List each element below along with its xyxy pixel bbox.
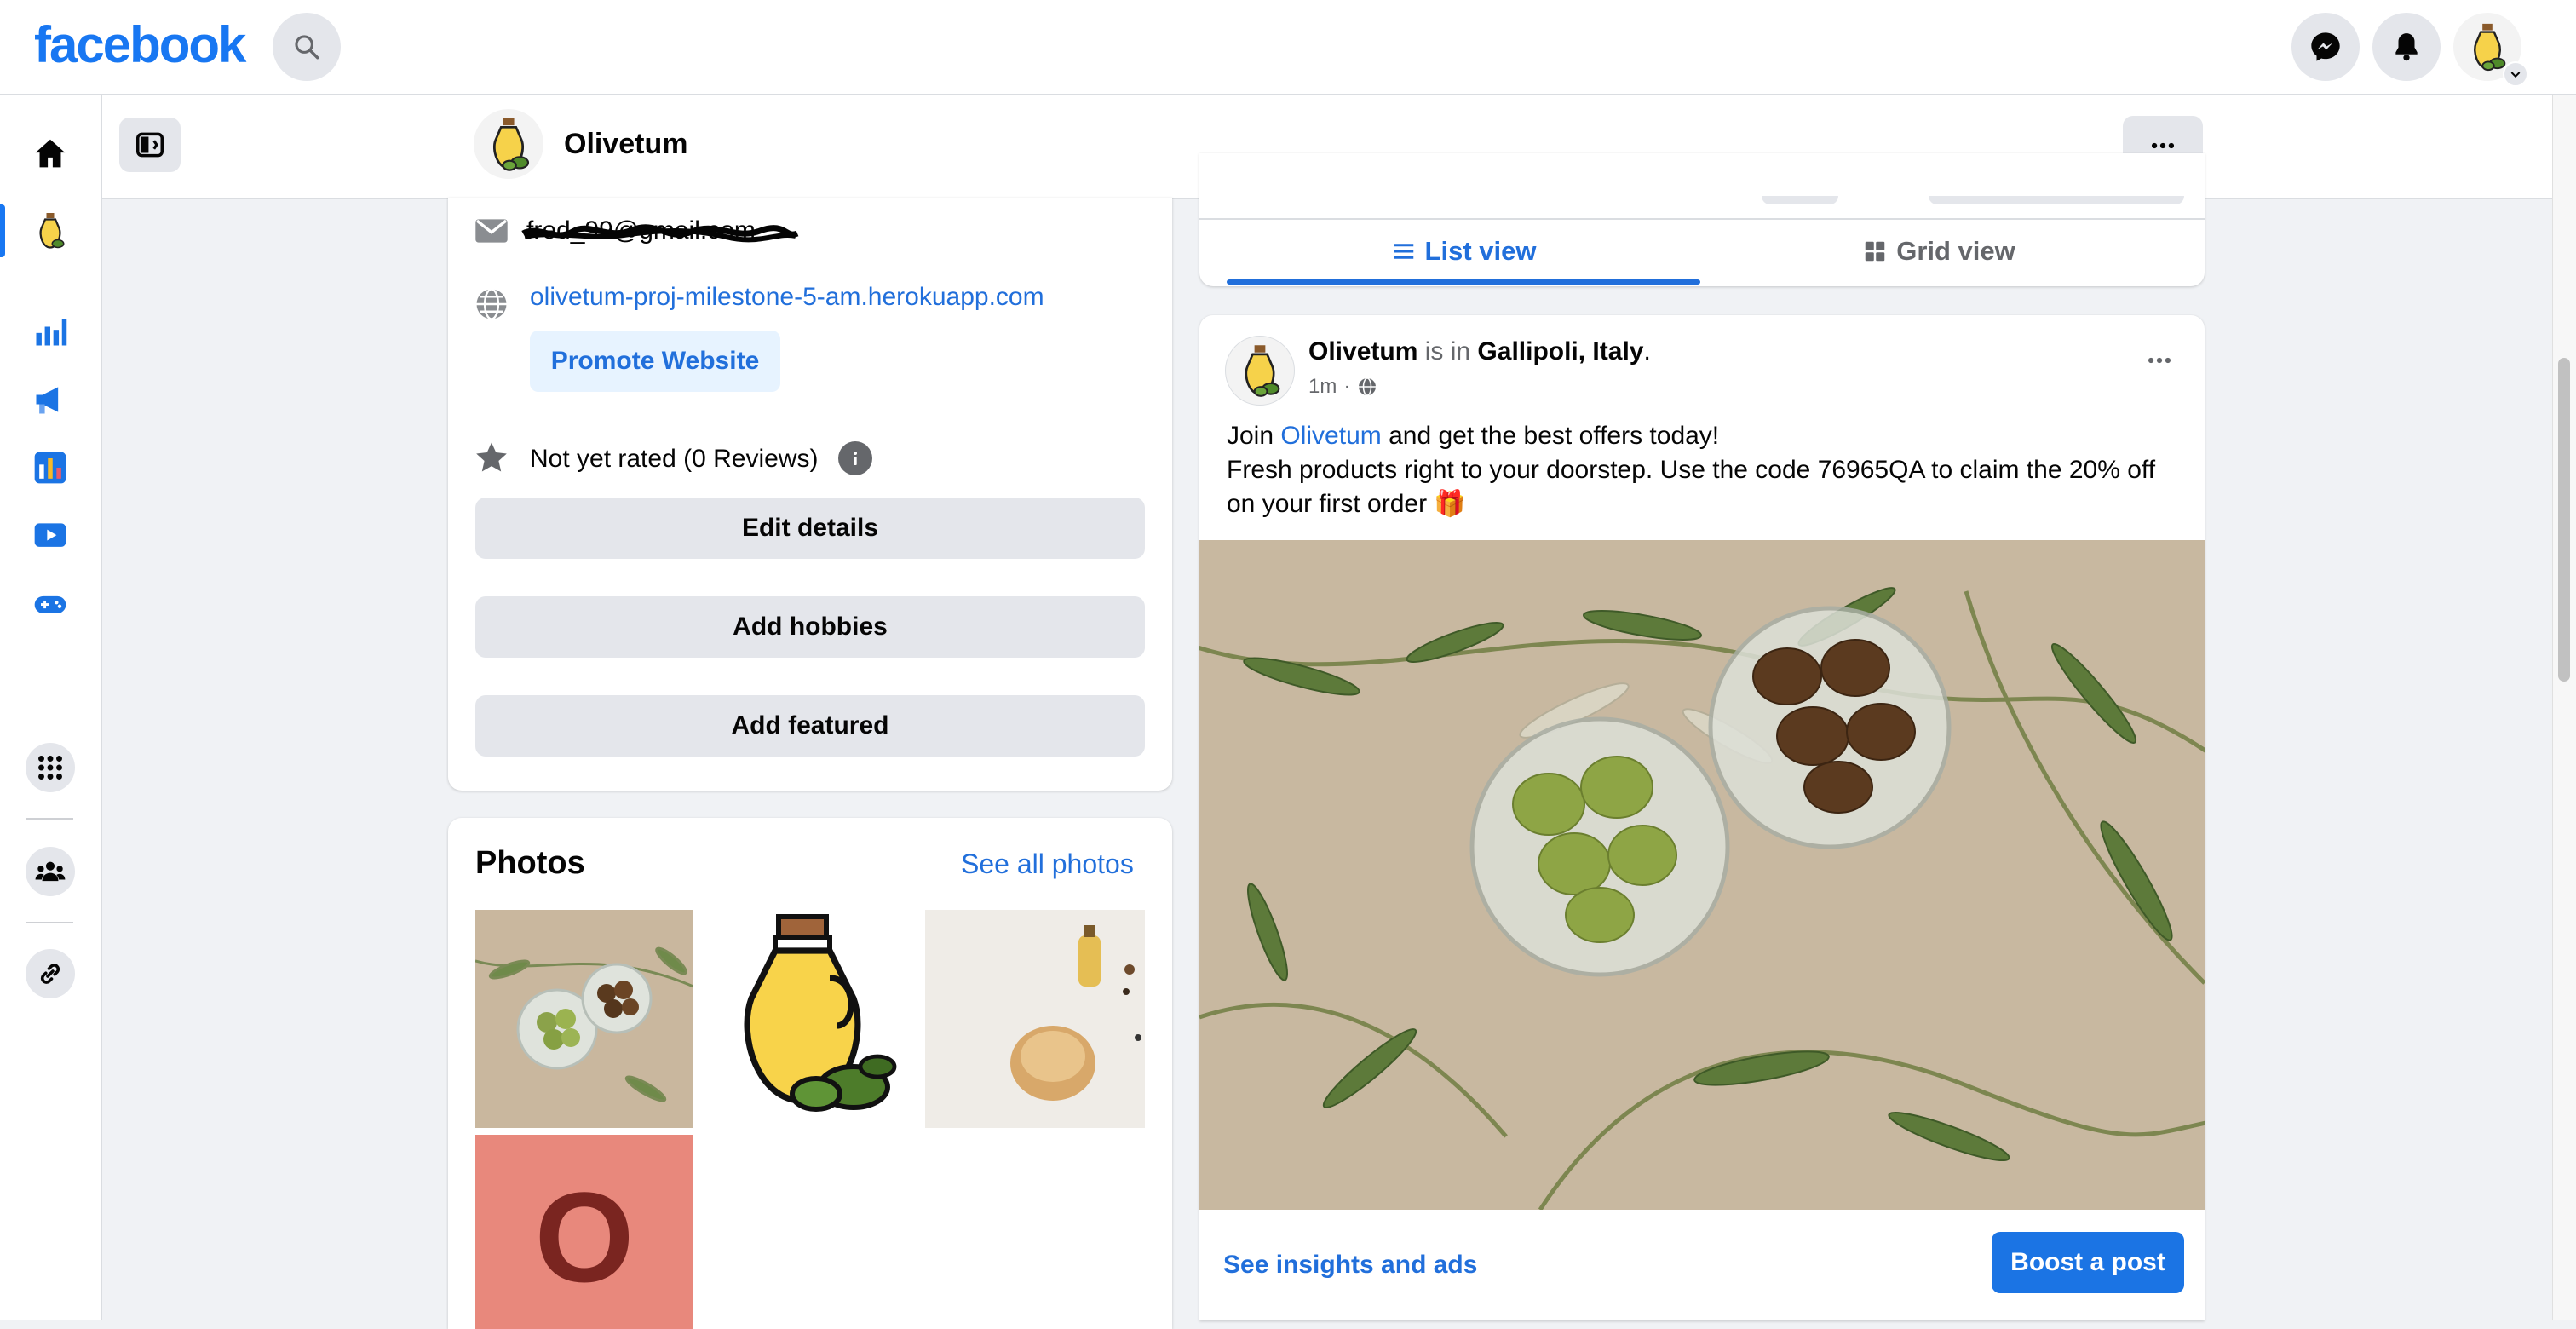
post-line1-post: and get the best offers today! <box>1389 422 1720 450</box>
post-period: . <box>1643 337 1651 365</box>
active-tab-underline <box>1227 279 1700 285</box>
business-suite-button[interactable] <box>26 443 75 492</box>
search-button[interactable] <box>273 13 341 81</box>
insights-button[interactable] <box>26 307 75 356</box>
photo-thumbnail[interactable] <box>700 910 918 1128</box>
meta-separator: · <box>1343 375 1351 398</box>
groups-icon <box>35 861 66 882</box>
add-featured-button[interactable]: Add featured <box>475 695 1145 757</box>
video-button[interactable] <box>26 511 75 561</box>
olive-oil-jar-icon <box>39 213 65 249</box>
filter-button-partial[interactable] <box>1762 196 1838 204</box>
messenger-icon <box>2311 32 2340 61</box>
see-all-photos-link[interactable]: See all photos <box>961 849 1134 880</box>
photos-card: Photos See all photos O <box>448 818 1172 1329</box>
chevron-down-icon <box>2510 72 2521 78</box>
left-rail <box>0 95 102 1320</box>
olive-oil-jar-icon <box>493 118 530 171</box>
website-link[interactable]: olivetum-proj-milestone-5-am.herokuapp.c… <box>530 283 1044 312</box>
mail-icon <box>475 219 508 243</box>
globe-icon <box>476 288 507 320</box>
intro-card: fred_99@gmail.com olivetum-proj-mileston… <box>448 198 1172 791</box>
post-location[interactable]: Gallipoli, Italy <box>1477 337 1643 365</box>
page-name: Olivetum <box>564 128 688 160</box>
top-bar: facebook <box>0 0 2576 95</box>
rail-divider <box>26 922 73 923</box>
manage-posts-button-partial[interactable] <box>1929 196 2184 204</box>
scrollbar-track[interactable] <box>2552 95 2576 1320</box>
groups-button[interactable] <box>26 847 75 896</box>
olive-oil-jar-icon <box>744 914 897 1112</box>
all-apps-button[interactable] <box>26 743 75 792</box>
boost-post-button[interactable]: Boost a post <box>1992 1232 2184 1293</box>
page-switch-button[interactable] <box>26 206 75 256</box>
post-time[interactable]: 1m <box>1308 375 1337 399</box>
tab-grid-view[interactable]: Grid view <box>1702 222 2176 281</box>
post-mention-link[interactable]: Olivetum <box>1280 422 1381 450</box>
rating-info-button[interactable] <box>838 441 872 475</box>
apps-grid-icon <box>38 756 62 780</box>
link-icon <box>40 964 60 984</box>
messenger-button[interactable] <box>2291 13 2360 81</box>
globe-icon <box>1359 377 1377 396</box>
add-hobbies-button[interactable]: Add hobbies <box>475 596 1145 658</box>
post-is-in: is in <box>1424 337 1471 365</box>
rail-divider <box>26 818 73 820</box>
active-indicator <box>0 204 5 257</box>
scrollbar-thumb[interactable] <box>2558 358 2570 682</box>
sidebar-toggle-button[interactable] <box>119 118 181 172</box>
search-icon <box>295 35 319 60</box>
gaming-icon <box>34 595 66 613</box>
view-tabs-card: List view Grid view <box>1199 153 2205 286</box>
promote-website-button[interactable]: Promote Website <box>530 331 780 392</box>
chart-icon <box>36 319 67 346</box>
sidebar-toggle-icon <box>136 132 164 158</box>
facebook-logo[interactable]: facebook <box>34 15 246 74</box>
grid-icon <box>1865 241 1885 262</box>
post-author-name[interactable]: Olivetum <box>1308 337 1417 365</box>
info-icon <box>854 452 857 465</box>
olive-oil-jar-icon <box>1245 345 1280 397</box>
link-button[interactable] <box>26 949 75 998</box>
post-meta: 1m · <box>1308 375 1377 399</box>
post-body: Join Olivetum and get the best offers to… <box>1227 419 2181 521</box>
home-icon <box>35 139 66 168</box>
photo-thumbnail[interactable]: O <box>475 1135 693 1329</box>
photos-title: Photos <box>475 845 585 881</box>
post-image[interactable] <box>1199 540 2205 1210</box>
list-icon <box>1394 244 1413 259</box>
notifications-button[interactable] <box>2372 13 2441 81</box>
see-insights-link[interactable]: See insights and ads <box>1223 1251 1477 1280</box>
divider <box>1199 218 2205 220</box>
post-card: Olivetum is in Gallipoli, Italy. 1m · Jo… <box>1199 315 2205 1320</box>
ads-button[interactable] <box>26 375 75 424</box>
account-menu-chevron[interactable] <box>2503 61 2528 87</box>
photo-thumbnail[interactable] <box>475 910 693 1128</box>
gaming-button[interactable] <box>26 579 75 629</box>
post-line2: Fresh products right to your doorstep. U… <box>1227 456 2156 518</box>
post-more-button[interactable] <box>2138 339 2181 382</box>
home-button[interactable] <box>26 129 75 179</box>
rating-text: Not yet rated (0 Reviews) <box>530 445 819 473</box>
star-icon <box>476 442 507 472</box>
tab-list-view-label: List view <box>1424 236 1537 266</box>
megaphone-icon <box>36 387 59 414</box>
post-author-avatar[interactable] <box>1225 336 1295 406</box>
post-line1-pre: Join <box>1227 422 1274 450</box>
tab-grid-view-label: Grid view <box>1896 236 2015 266</box>
email-redaction <box>521 223 799 244</box>
photo-thumbnail[interactable] <box>925 910 1145 1128</box>
page-avatar[interactable] <box>474 109 543 179</box>
edit-details-button[interactable]: Edit details <box>475 498 1145 559</box>
more-icon <box>2148 357 2171 364</box>
post-header-line: Olivetum is in Gallipoli, Italy. <box>1308 337 1651 366</box>
bell-icon <box>2395 33 2418 61</box>
video-icon <box>34 523 66 547</box>
insights-icon <box>34 452 66 484</box>
tab-list-view[interactable]: List view <box>1227 222 1700 281</box>
